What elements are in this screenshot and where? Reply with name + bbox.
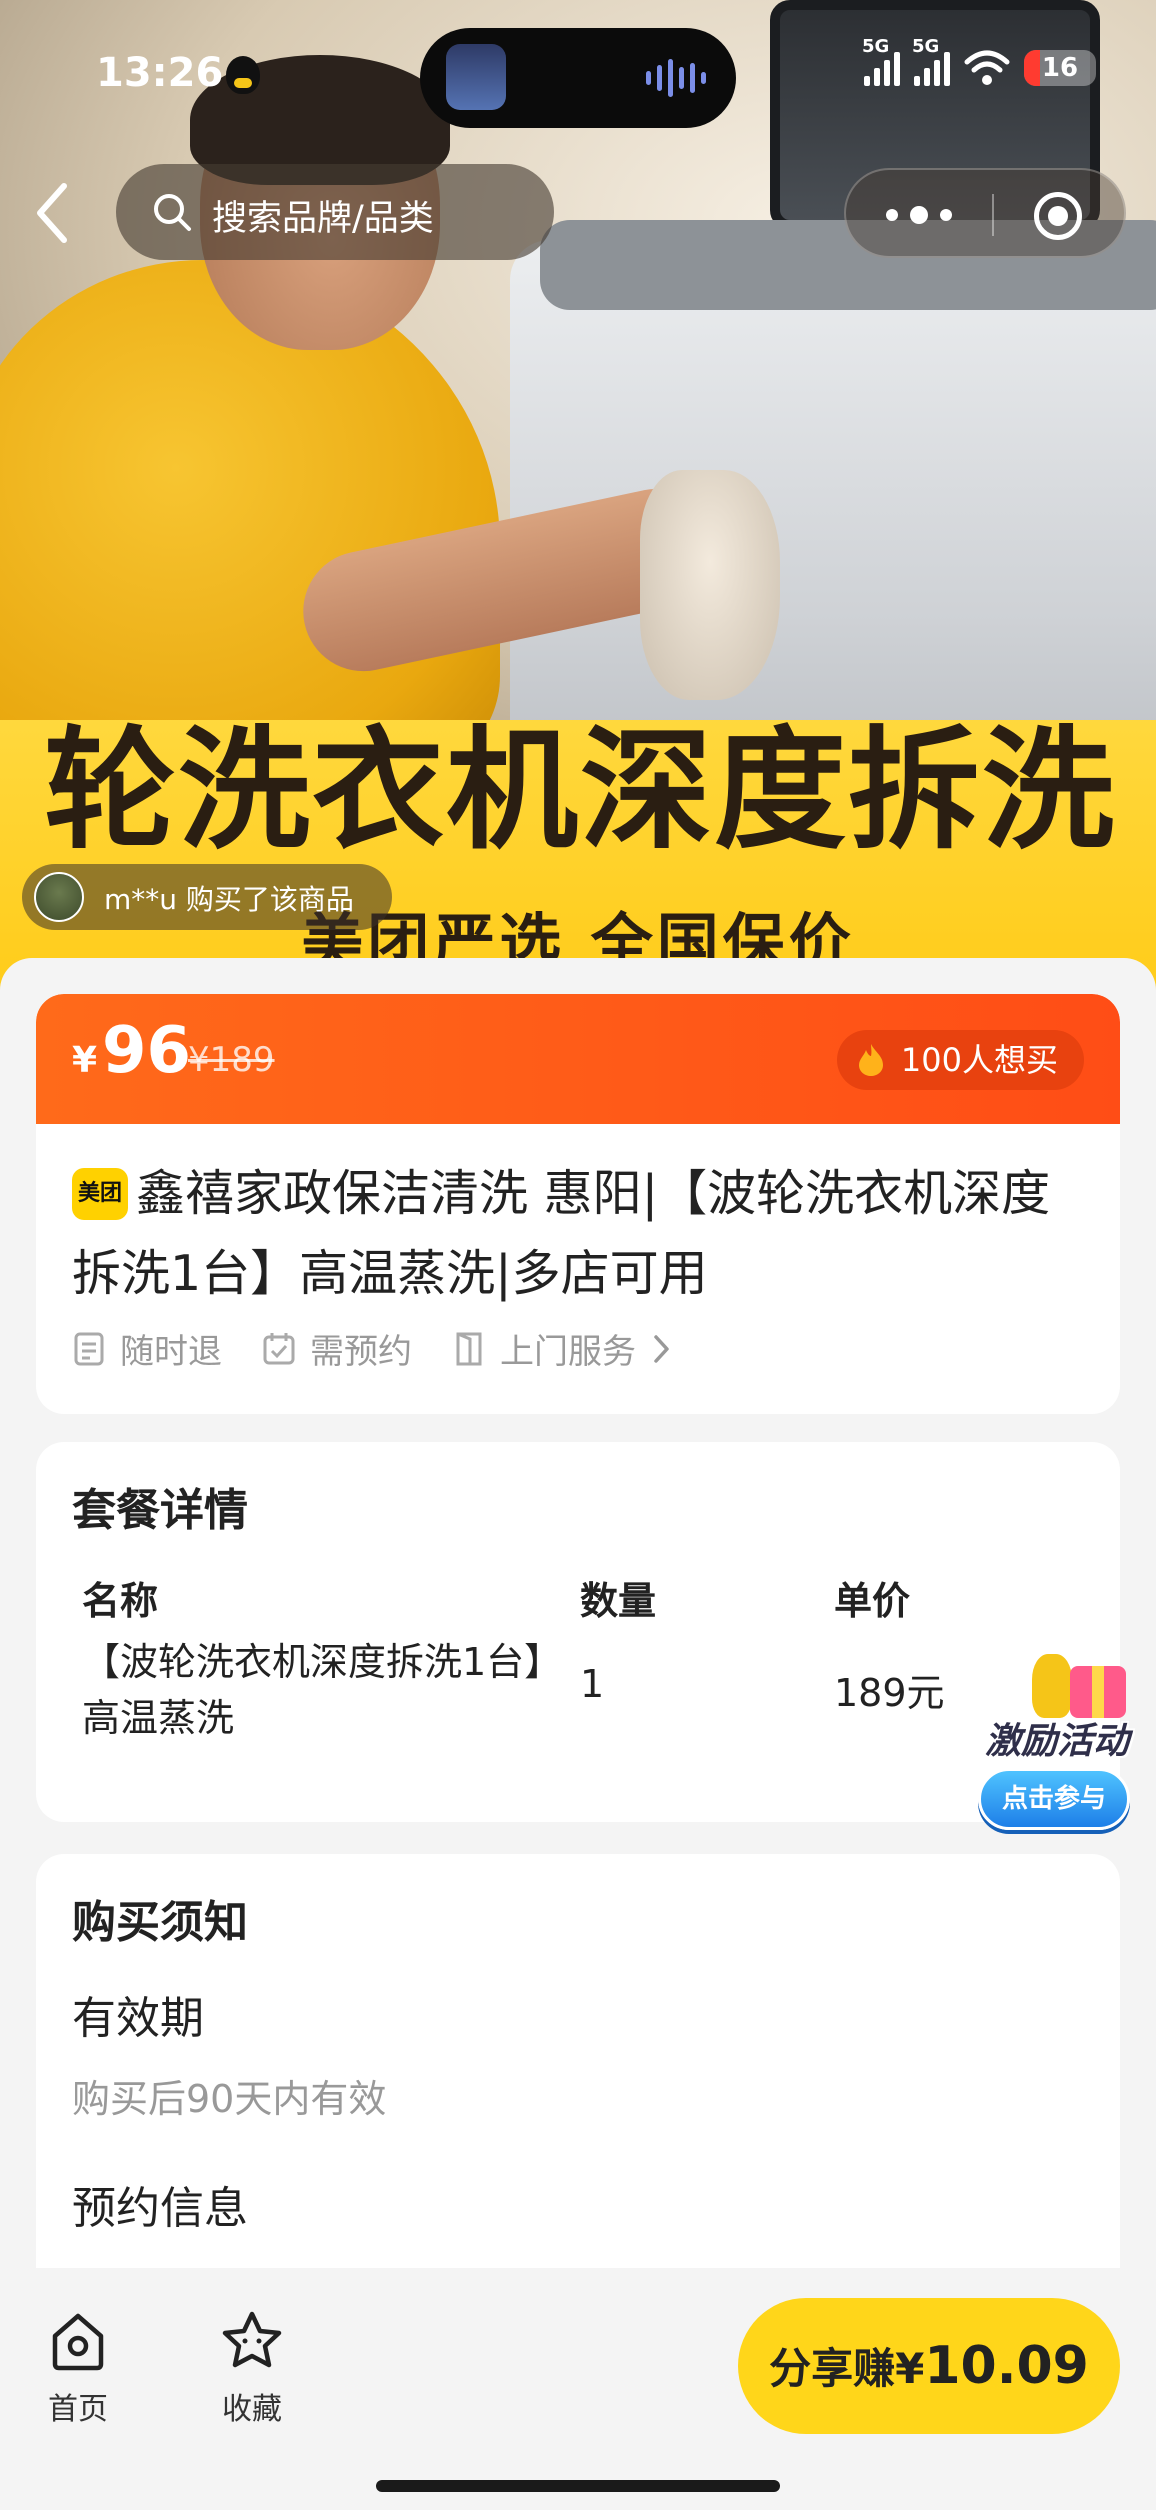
bunny-mascot-icon <box>1032 1654 1072 1718</box>
tag-onsite: 上门服务 <box>452 1324 672 1373</box>
package-item-price: 189元 <box>834 1671 945 1715</box>
share-label: 分享赚 <box>769 2344 896 2393</box>
incentive-activity-entry[interactable]: 激励活动 点击参与 <box>962 1648 1152 1838</box>
share-amount: 10.09 <box>924 2336 1089 2396</box>
package-section-title: 套餐详情 <box>72 1485 248 1536</box>
tag-refund-label: 随时退 <box>120 1332 222 1372</box>
more-options-icon[interactable] <box>886 206 976 224</box>
original-price: ¥189 <box>188 1040 275 1080</box>
back-arrow-icon[interactable] <box>26 178 82 248</box>
recent-buyer-text: m**u 购买了该商品 <box>104 883 354 916</box>
price-band: ¥ 96 ¥189 100人想买 <box>36 994 1120 1124</box>
miniprogram-capsule <box>844 168 1126 258</box>
audio-wave-icon <box>646 58 706 98</box>
purchase-notice-card: 购买须知 有效期 购买后90天内有效 预约信息 <box>36 1854 1120 2274</box>
cleaning-cloth <box>640 470 780 700</box>
tag-refund: 随时退 <box>72 1324 222 1373</box>
share-currency: ¥ <box>895 2344 925 2393</box>
search-placeholder: 搜索品牌/品类 <box>212 199 434 239</box>
package-item-name: 【波轮洗衣机深度拆洗1台】高温蒸洗 <box>82 1640 544 1740</box>
tag-reservation-label: 需预约 <box>310 1332 412 1372</box>
column-header-price: 单价 <box>834 1579 911 1623</box>
current-price: 96 <box>102 1014 192 1088</box>
recent-buyer-ticker: m**u 购买了该商品 <box>22 864 392 930</box>
validity-title: 有效期 <box>72 1993 204 2044</box>
battery-icon: 16 <box>1024 50 1096 86</box>
product-title-area: 美团 鑫禧家政保洁清洗 惠阳|【波轮洗衣机深度拆洗1台】高温蒸洗|多店可用 <box>72 1154 1092 1314</box>
flame-icon <box>858 1044 883 1076</box>
meituan-badge: 美团 <box>72 1168 128 1220</box>
home-icon <box>52 2313 104 2371</box>
status-bar: 13:26 5G 5G 16 <box>0 28 1156 128</box>
join-activity-button[interactable]: 点击参与 <box>978 1768 1130 1830</box>
want-count-badge: 100人想买 <box>836 1030 1084 1090</box>
document-icon <box>74 1332 104 1365</box>
home-label: 首页 <box>48 2392 108 2427</box>
want-count-text: 100人想买 <box>900 1041 1058 1079</box>
gift-icon <box>1032 1648 1126 1720</box>
door-icon <box>456 1332 482 1365</box>
hero-banner-text: 轮洗衣机深度拆洗 <box>44 714 1116 868</box>
product-title-text: 鑫禧家政保洁清洗 惠阳|【波轮洗衣机深度拆洗1台】高温蒸洗|多店可用 <box>72 1165 1051 1302</box>
product-summary-card: ¥ 96 ¥189 100人想买 美团 鑫禧家政保洁清洗 惠阳|【波轮洗衣机深度拆… <box>36 994 1120 1414</box>
validity-body: 购买后90天内有效 <box>72 2077 387 2121</box>
qq-icon <box>226 56 260 94</box>
battery-level: 16 <box>1041 53 1079 83</box>
capsule-divider <box>992 194 994 236</box>
home-button[interactable]: 首页 <box>18 2308 138 2428</box>
wifi-icon <box>964 50 1010 85</box>
avatar <box>34 872 84 922</box>
notice-section-title: 购买须知 <box>72 1897 248 1948</box>
tag-onsite-label: 上门服务 <box>500 1332 636 1372</box>
bottom-action-bar: 首页 收藏 分享赚¥10.09 <box>0 2268 1156 2510</box>
calendar-check-icon <box>263 1332 295 1364</box>
gift-ribbon <box>1092 1666 1104 1718</box>
network-type-1: 5G <box>862 36 890 57</box>
signal-icon-2: 5G <box>912 36 950 86</box>
network-type-2: 5G <box>912 36 940 57</box>
close-target-icon[interactable] <box>1034 192 1082 240</box>
booking-title: 预约信息 <box>72 2183 248 2234</box>
search-input[interactable]: 搜索品牌/品类 <box>116 164 554 260</box>
chevron-right-icon <box>654 1334 669 1363</box>
star-icon <box>222 2311 282 2368</box>
status-time: 13:26 <box>96 50 224 96</box>
product-title: 美团 鑫禧家政保洁清洗 惠阳|【波轮洗衣机深度拆洗1台】高温蒸洗|多店可用 <box>72 1154 1092 1314</box>
column-header-name: 名称 <box>82 1579 159 1623</box>
package-details-card: 套餐详情 名称 数量 单价 【波轮洗衣机深度拆洗1台】高温蒸洗 1 189元 <box>36 1442 1120 1822</box>
tag-reservation: 需预约 <box>262 1324 412 1373</box>
hero-image[interactable]: 轮洗衣机深度拆洗 美团严选 全国保价 <box>0 0 1156 990</box>
home-indicator[interactable] <box>376 2480 780 2492</box>
column-header-qty: 数量 <box>580 1579 657 1623</box>
package-item-qty: 1 <box>580 1662 605 1706</box>
now-playing-thumbnail <box>446 44 506 110</box>
search-icon <box>154 194 191 231</box>
share-earn-button[interactable]: 分享赚¥10.09 <box>738 2298 1120 2434</box>
favorite-label: 收藏 <box>222 2392 282 2427</box>
activity-title: 激励活动 <box>984 1721 1129 1762</box>
service-tags[interactable]: 随时退 需预约 上门服务 <box>72 1324 672 1373</box>
signal-icon: 5G <box>862 36 900 86</box>
status-indicators: 5G 5G 16 <box>862 36 1096 86</box>
product-detail-page: 轮洗衣机深度拆洗 美团严选 全国保价 13:26 5G 5G 16 搜索品牌/品… <box>0 0 1156 2510</box>
dynamic-island[interactable] <box>420 28 736 128</box>
favorite-button[interactable]: 收藏 <box>192 2308 312 2428</box>
price-currency: ¥ <box>72 1040 98 1081</box>
